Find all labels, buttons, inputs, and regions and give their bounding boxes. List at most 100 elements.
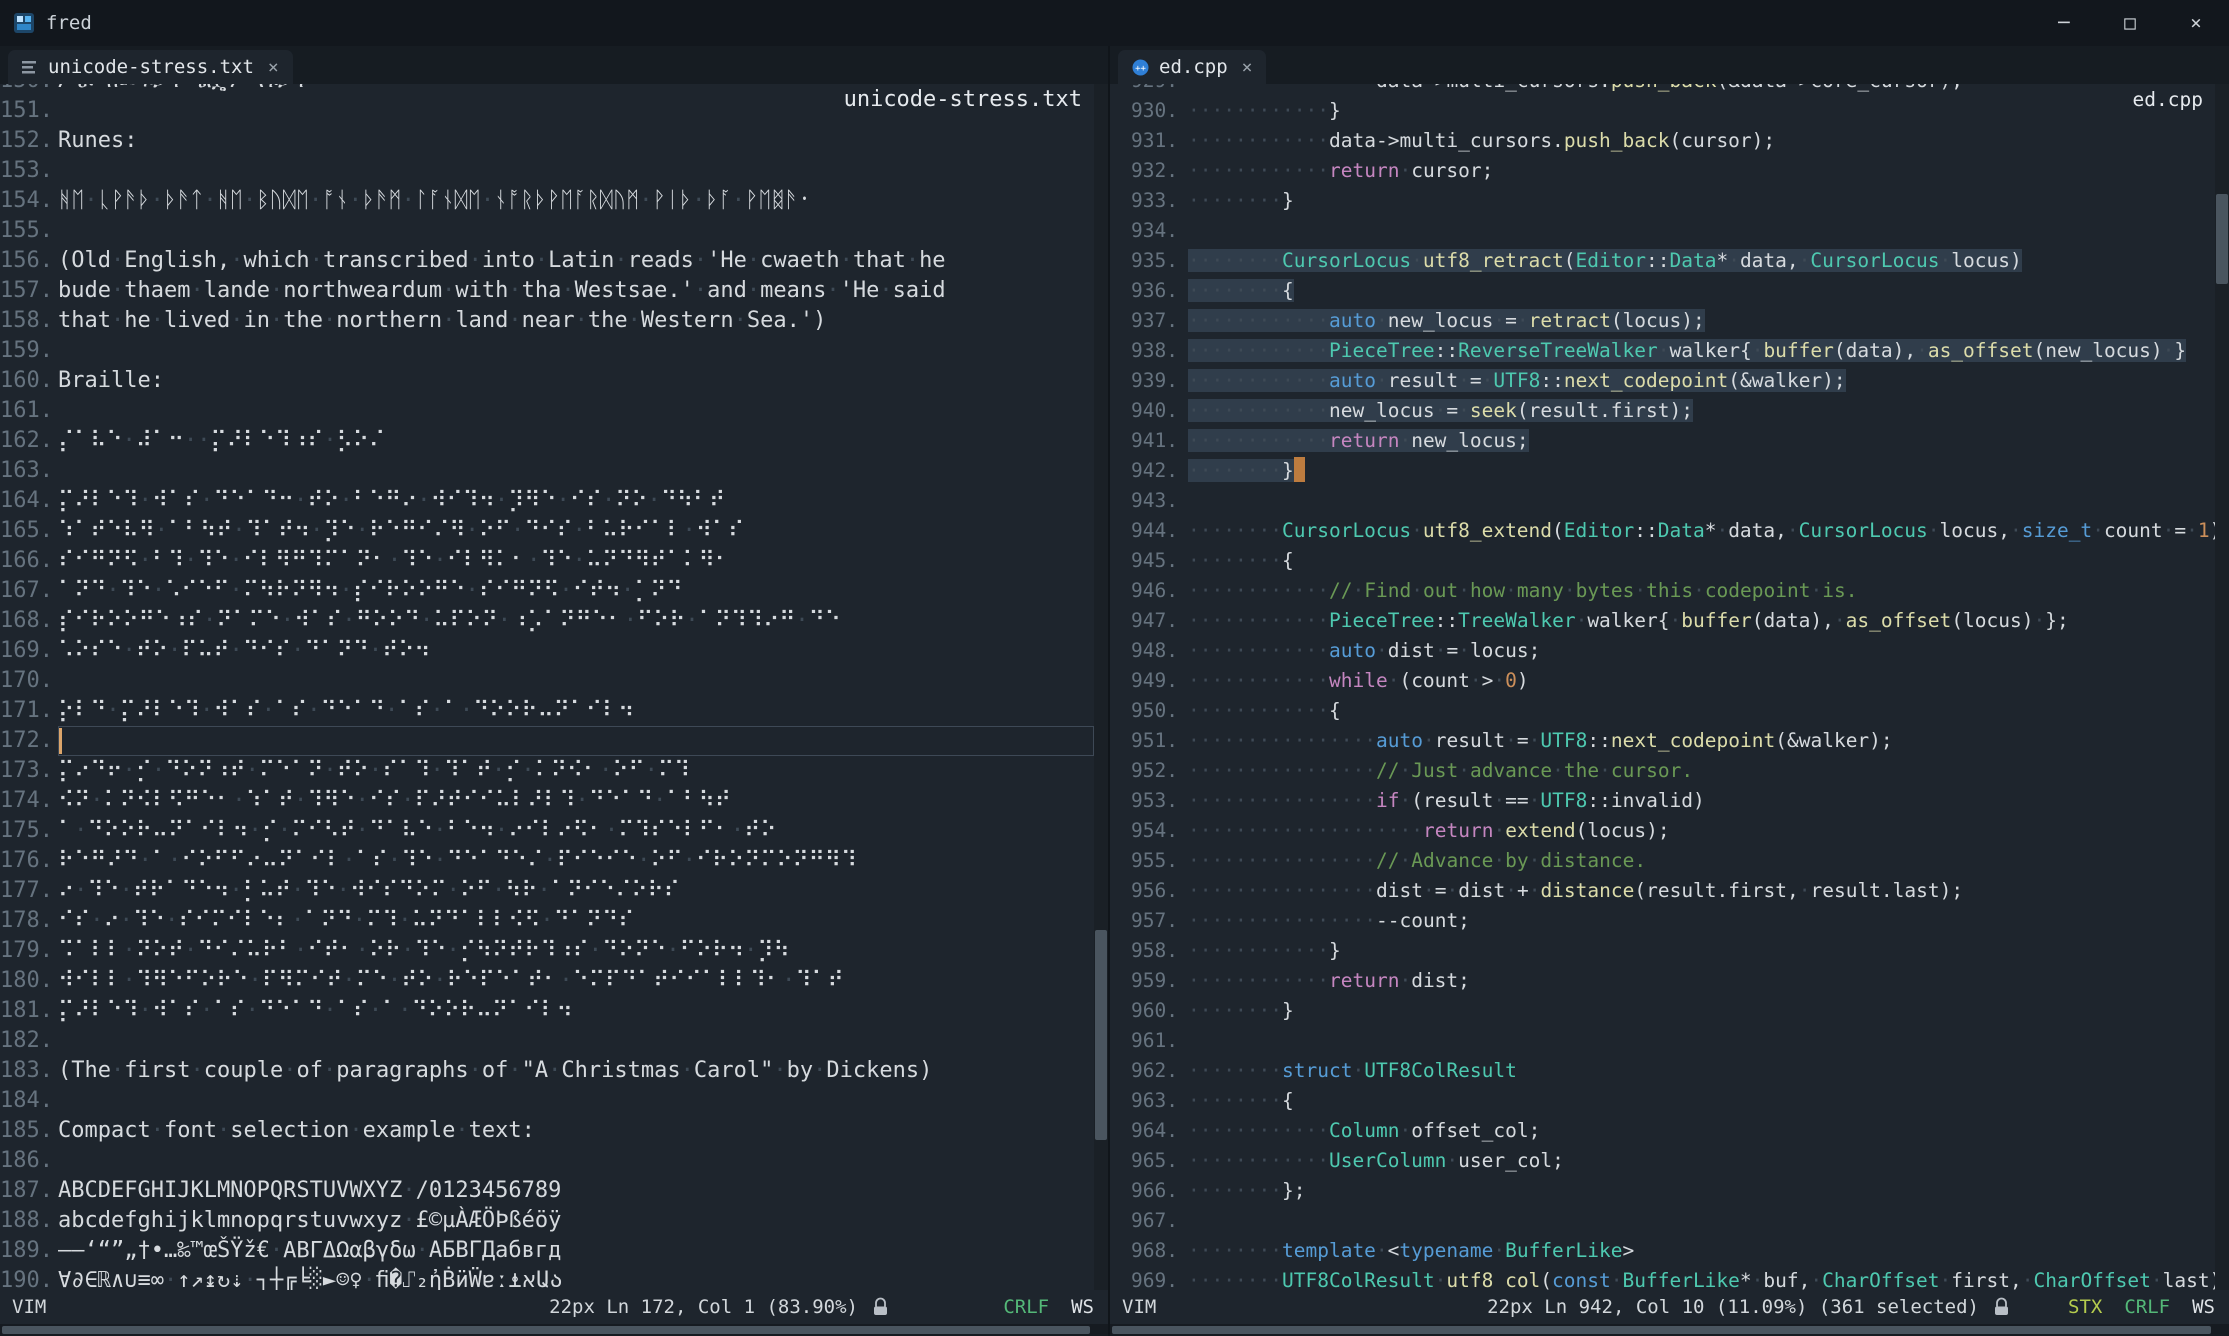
code-line[interactable]: 966.········}; xyxy=(1110,1176,2215,1206)
line-content[interactable]: that·he·lived·in·the·northern·land·near·… xyxy=(58,306,1094,336)
code-line[interactable]: 165.⠱⠁⠞⠑⠧⠻·⠁⠃⠳⠞·⠹⠁⠞⠲·⡹⠑·⠗⠑⠛⠊⠌⠻·⠕⠋·⠙⠊⠎·⠃⠥… xyxy=(0,516,1094,546)
line-content[interactable]: ········{ xyxy=(1188,276,2215,306)
line-content[interactable]: ⠺⠊⠇⠇·⠹⠻⠑⠋⠕⠗⠑·⠏⠻⠍⠊⠞·⠍⠑·⠞⠕·⠗⠑⠏⠑⠁⠞⠂·⠑⠍⠏⠙⠁⠞⠊… xyxy=(58,966,1094,996)
code-line[interactable]: 940.············new_locus·=·seek(result.… xyxy=(1110,396,2215,426)
code-line[interactable]: 929.················data->multi_cursors.… xyxy=(1110,84,2215,96)
line-content[interactable]: Runes: xyxy=(58,126,1094,156)
line-content[interactable]: ················if·(result·==·UTF8::inva… xyxy=(1188,786,2215,816)
line-content[interactable]: ∀∂∈ℝ∧∪≡∞·↑↗↨↻⇣·┐┼╔╘░►☺♀·ﬁ�⑀₂ἠḂӥẄɐː⍎אԱა xyxy=(58,1266,1094,1290)
line-content[interactable]: ········{ xyxy=(1188,1086,2215,1116)
code-line[interactable]: 159. xyxy=(0,336,1094,366)
left-vertical-scrollbar[interactable] xyxy=(1094,84,1108,1290)
line-content[interactable]: ⠁⠝⠙·⠹⠑·⠡⠊⠑⠋·⠍⠳⠗⠝⠻⠲·⡎⠊⠗⠕⠕⠛⠑·⠎⠊⠛⠝⠫·⠊⠞⠲·⡁⠝⠙ xyxy=(58,576,1094,606)
code-line[interactable]: 184. xyxy=(0,1086,1094,1116)
code-line[interactable]: 936.········{ xyxy=(1110,276,2215,306)
code-line[interactable]: 177.⠔·⠹⠑·⠞⠗⠁⠙⠑⠲·⡃⠥⠞·⠹⠑·⠺⠊⠎⠙⠕⠍·⠕⠋·⠳⠗·⠁⠝⠊⠑… xyxy=(0,876,1094,906)
line-content[interactable]: ········{ xyxy=(1188,546,2215,576)
left-horizontal-scrollbar[interactable] xyxy=(0,1324,1108,1336)
code-line[interactable]: 185.Compact·font·selection·example·text: xyxy=(0,1116,1094,1146)
line-content[interactable]: ············auto·dist·=·locus; xyxy=(1188,636,2215,666)
line-content[interactable] xyxy=(58,726,1094,756)
line-content[interactable]: ················dist·=·dist·+·distance(r… xyxy=(1188,876,2215,906)
line-content[interactable]: ⠁·⠙⠕⠕⠗⠤⠝⠁⠊⠇⠲·⡊·⠍⠊⠣⠞·⠙⠁⠧⠑·⠃⠑⠲·⠔⠊⠇⠔⠫⠂·⠍⠹⠎⠑… xyxy=(58,816,1094,846)
code-line[interactable]: 188.abcdefghijklmnopqrstuvwxyz·£©µÀÆÖÞßé… xyxy=(0,1206,1094,1236)
code-line[interactable]: 969.········UTF8ColResult·utf8_col(const… xyxy=(1110,1266,2215,1290)
code-line[interactable]: 156.(Old·English,·which·transcribed·into… xyxy=(0,246,1094,276)
code-line[interactable]: 171.⡕⠇⠙·⡍⠜⠇⠑⠹·⠺⠁⠎·⠁⠎·⠙⠑⠁⠙·⠁⠎·⠁·⠙⠕⠕⠗⠤⠝⠁⠊⠇… xyxy=(0,696,1094,726)
close-button[interactable]: × xyxy=(2163,0,2229,46)
code-line[interactable]: 190.∀∂∈ℝ∧∪≡∞·↑↗↨↻⇣·┐┼╔╘░►☺♀·ﬁ�⑀₂ἠḂӥẄɐː⍎א… xyxy=(0,1266,1094,1290)
line-content[interactable]: ⡎⠊⠗⠕⠕⠛⠑⠰⠎·⠝⠁⠍⠑·⠺⠁⠎·⠛⠕⠕⠙·⠥⠏⠕⠝·⠰⡡⠁⠝⠛⠑⠂·⠋⠕⠗… xyxy=(58,606,1094,636)
line-content[interactable]: ········}; xyxy=(1188,1176,2215,1206)
line-content[interactable]: ····················return·extend(locus)… xyxy=(1188,816,2215,846)
code-line[interactable]: 950.············{ xyxy=(1110,696,2215,726)
code-line[interactable]: 934. xyxy=(1110,216,2215,246)
line-content[interactable] xyxy=(58,336,1094,366)
line-content[interactable]: ············Column·offset_col; xyxy=(1188,1116,2215,1146)
code-line[interactable]: 175.⠁·⠙⠕⠕⠗⠤⠝⠁⠊⠇⠲·⡊·⠍⠊⠣⠞·⠙⠁⠧⠑·⠃⠑⠲·⠔⠊⠇⠔⠫⠂·… xyxy=(0,816,1094,846)
line-content[interactable]: ················//·Advance·by·distance. xyxy=(1188,846,2215,876)
line-content[interactable]: ········template·<typename·BufferLike> xyxy=(1188,1236,2215,1266)
code-line[interactable]: 937.············auto·new_locus·=·retract… xyxy=(1110,306,2215,336)
line-content[interactable]: ················data->multi_cursors.push… xyxy=(1188,84,2215,96)
left-editor-content[interactable]: 150.ሥራ·ከመፍታት·ልጄን·ላፋታት።151.152.Runes:153.… xyxy=(0,84,1108,1290)
line-content[interactable]: ········UTF8ColResult·utf8_col(const·Buf… xyxy=(1188,1266,2215,1290)
code-line[interactable]: 957.················--count; xyxy=(1110,906,2215,936)
line-content[interactable] xyxy=(58,666,1094,696)
line-content[interactable]: ············return·new_locus; xyxy=(1188,426,2215,456)
code-line[interactable]: 187.ABCDEFGHIJKLMNOPQRSTUVWXYZ·/01234567… xyxy=(0,1176,1094,1206)
line-content[interactable]: ⡌⠁⠧⠑·⠼⠁⠒··⡍⠜⠇⠑⠹⠰⠎·⡣⠕⠌ xyxy=(58,426,1094,456)
line-content[interactable]: ············return·dist; xyxy=(1188,966,2215,996)
line-content[interactable]: ············} xyxy=(1188,936,2215,966)
line-content[interactable]: ············UserColumn·user_col; xyxy=(1188,1146,2215,1176)
line-content[interactable] xyxy=(58,396,1094,426)
code-line[interactable]: 931.············data->multi_cursors.push… xyxy=(1110,126,2215,156)
code-line[interactable]: 169.⠡⠕⠎⠑·⠞⠕·⠏⠥⠞·⠙⠊⠎·⠙⠁⠝⠙·⠞⠕⠲ xyxy=(0,636,1094,666)
code-line[interactable]: 168.⡎⠊⠗⠕⠕⠛⠑⠰⠎·⠝⠁⠍⠑·⠺⠁⠎·⠛⠕⠕⠙·⠥⠏⠕⠝·⠰⡡⠁⠝⠛⠑⠂… xyxy=(0,606,1094,636)
line-content[interactable]: ············PieceTree::ReverseTreeWalker… xyxy=(1188,336,2215,366)
line-content[interactable]: ⠔·⠹⠑·⠞⠗⠁⠙⠑⠲·⡃⠥⠞·⠹⠑·⠺⠊⠎⠙⠕⠍·⠕⠋·⠳⠗·⠁⠝⠊⠑⠌⠕⠗⠎ xyxy=(58,876,1094,906)
code-line[interactable]: 155. xyxy=(0,216,1094,246)
line-content[interactable] xyxy=(1188,486,2215,516)
line-content[interactable]: ········} xyxy=(1188,996,2215,1026)
code-line[interactable]: 942.········} xyxy=(1110,456,2215,486)
line-content[interactable]: ············//·Find·out·how·many·bytes·t… xyxy=(1188,576,2215,606)
code-line[interactable]: 157.bude·thaem·lande·northweardum·with·t… xyxy=(0,276,1094,306)
code-line[interactable]: 962.········struct·UTF8ColResult xyxy=(1110,1056,2215,1086)
line-content[interactable]: ········CursorLocus·utf8_extend(Editor::… xyxy=(1188,516,2215,546)
line-content[interactable]: ············} xyxy=(1188,96,2215,126)
code-line[interactable]: 963.········{ xyxy=(1110,1086,2215,1116)
line-content[interactable]: ············new_locus·=·seek(result.firs… xyxy=(1188,396,2215,426)
line-content[interactable]: bude·thaem·lande·northweardum·with·tha·W… xyxy=(58,276,1094,306)
line-content[interactable]: ᚻᛖ·ᚳᚹᚫᚦ·ᚦᚫᛏ·ᚻᛖ·ᛒᚢᛞᛖ·ᚩᚾ·ᚦᚫᛗ·ᛚᚪᚾᛞᛖ·ᚾᚩᚱᚦᚹᛖᚪ… xyxy=(58,186,1094,216)
code-line[interactable]: 176.⠗⠑⠛⠜⠙·⠁·⠊⠕⠋⠋⠔⠤⠝⠁⠊⠇·⠁⠎·⠹⠑·⠙⠑⠁⠙⠑⠌·⠏⠊⠑⠊… xyxy=(0,846,1094,876)
tab-unicode-stress-txt[interactable]: unicode-stress.txt × xyxy=(8,50,293,84)
line-content[interactable] xyxy=(58,156,1094,186)
code-line[interactable]: 941.············return·new_locus; xyxy=(1110,426,2215,456)
code-line[interactable]: 951.················auto·result·=·UTF8::… xyxy=(1110,726,2215,756)
line-content[interactable] xyxy=(58,1026,1094,1056)
code-line[interactable]: 163. xyxy=(0,456,1094,486)
code-line[interactable]: 935.········CursorLocus·utf8_retract(Edi… xyxy=(1110,246,2215,276)
code-line[interactable]: 162.⡌⠁⠧⠑·⠼⠁⠒··⡍⠜⠇⠑⠹⠰⠎·⡣⠕⠌ xyxy=(0,426,1094,456)
code-line[interactable]: 930.············} xyxy=(1110,96,2215,126)
code-line[interactable]: 166.⠎⠊⠛⠝⠫·⠃⠹·⠹⠑·⠊⠇⠻⠛⠹⠍⠁⠝⠂·⠹⠑·⠊⠇⠻⠅⠂·⠹⠑·⠥⠝… xyxy=(0,546,1094,576)
code-line[interactable]: 154.ᚻᛖ·ᚳᚹᚫᚦ·ᚦᚫᛏ·ᚻᛖ·ᛒᚢᛞᛖ·ᚩᚾ·ᚦᚫᛗ·ᛚᚪᚾᛞᛖ·ᚾᚩᚱ… xyxy=(0,186,1094,216)
code-line[interactable]: 178.⠊⠎·⠔·⠹⠑·⠎⠊⠍⠊⠇⠑⠆·⠁⠝⠙·⠍⠹·⠥⠝⠙⠁⠇⠇⠪⠫·⠙⠁⠝⠙… xyxy=(0,906,1094,936)
line-content[interactable]: ⡕⠇⠙·⡍⠜⠇⠑⠹·⠺⠁⠎·⠁⠎·⠙⠑⠁⠙·⠁⠎·⠁·⠙⠕⠕⠗⠤⠝⠁⠊⠇⠲ xyxy=(58,696,1094,726)
code-line[interactable]: 958.············} xyxy=(1110,936,2215,966)
line-content[interactable]: ············PieceTree::TreeWalker·walker… xyxy=(1188,606,2215,636)
tab-close-icon[interactable]: × xyxy=(1242,57,1253,78)
code-line[interactable]: 938.············PieceTree::ReverseTreeWa… xyxy=(1110,336,2215,366)
code-line[interactable]: 959.············return·dist; xyxy=(1110,966,2215,996)
code-line[interactable]: 167.⠁⠝⠙·⠹⠑·⠡⠊⠑⠋·⠍⠳⠗⠝⠻⠲·⡎⠊⠗⠕⠕⠛⠑·⠎⠊⠛⠝⠫·⠊⠞⠲… xyxy=(0,576,1094,606)
code-line[interactable]: 183.(The·first·couple·of·paragraphs·of·"… xyxy=(0,1056,1094,1086)
tab-close-icon[interactable]: × xyxy=(268,57,279,78)
line-content[interactable]: ············auto·new_locus·=·retract(loc… xyxy=(1188,306,2215,336)
line-content[interactable]: ············return·cursor; xyxy=(1188,156,2215,186)
line-content[interactable]: abcdefghijklmnopqrstuvwxyz·£©µÀÆÖÞßéöÿ xyxy=(58,1206,1094,1236)
line-content[interactable]: ········struct·UTF8ColResult xyxy=(1188,1056,2215,1086)
line-content[interactable]: ⡍⠜⠇⠑⠹·⠺⠁⠎·⠁⠎·⠙⠑⠁⠙·⠁⠎·⠁·⠙⠕⠕⠗⠤⠝⠁⠊⠇⠲ xyxy=(58,996,1094,1026)
code-line[interactable]: 956.················dist·=·dist·+·distan… xyxy=(1110,876,2215,906)
code-line[interactable]: 952.················//·Just·advance·the·… xyxy=(1110,756,2215,786)
